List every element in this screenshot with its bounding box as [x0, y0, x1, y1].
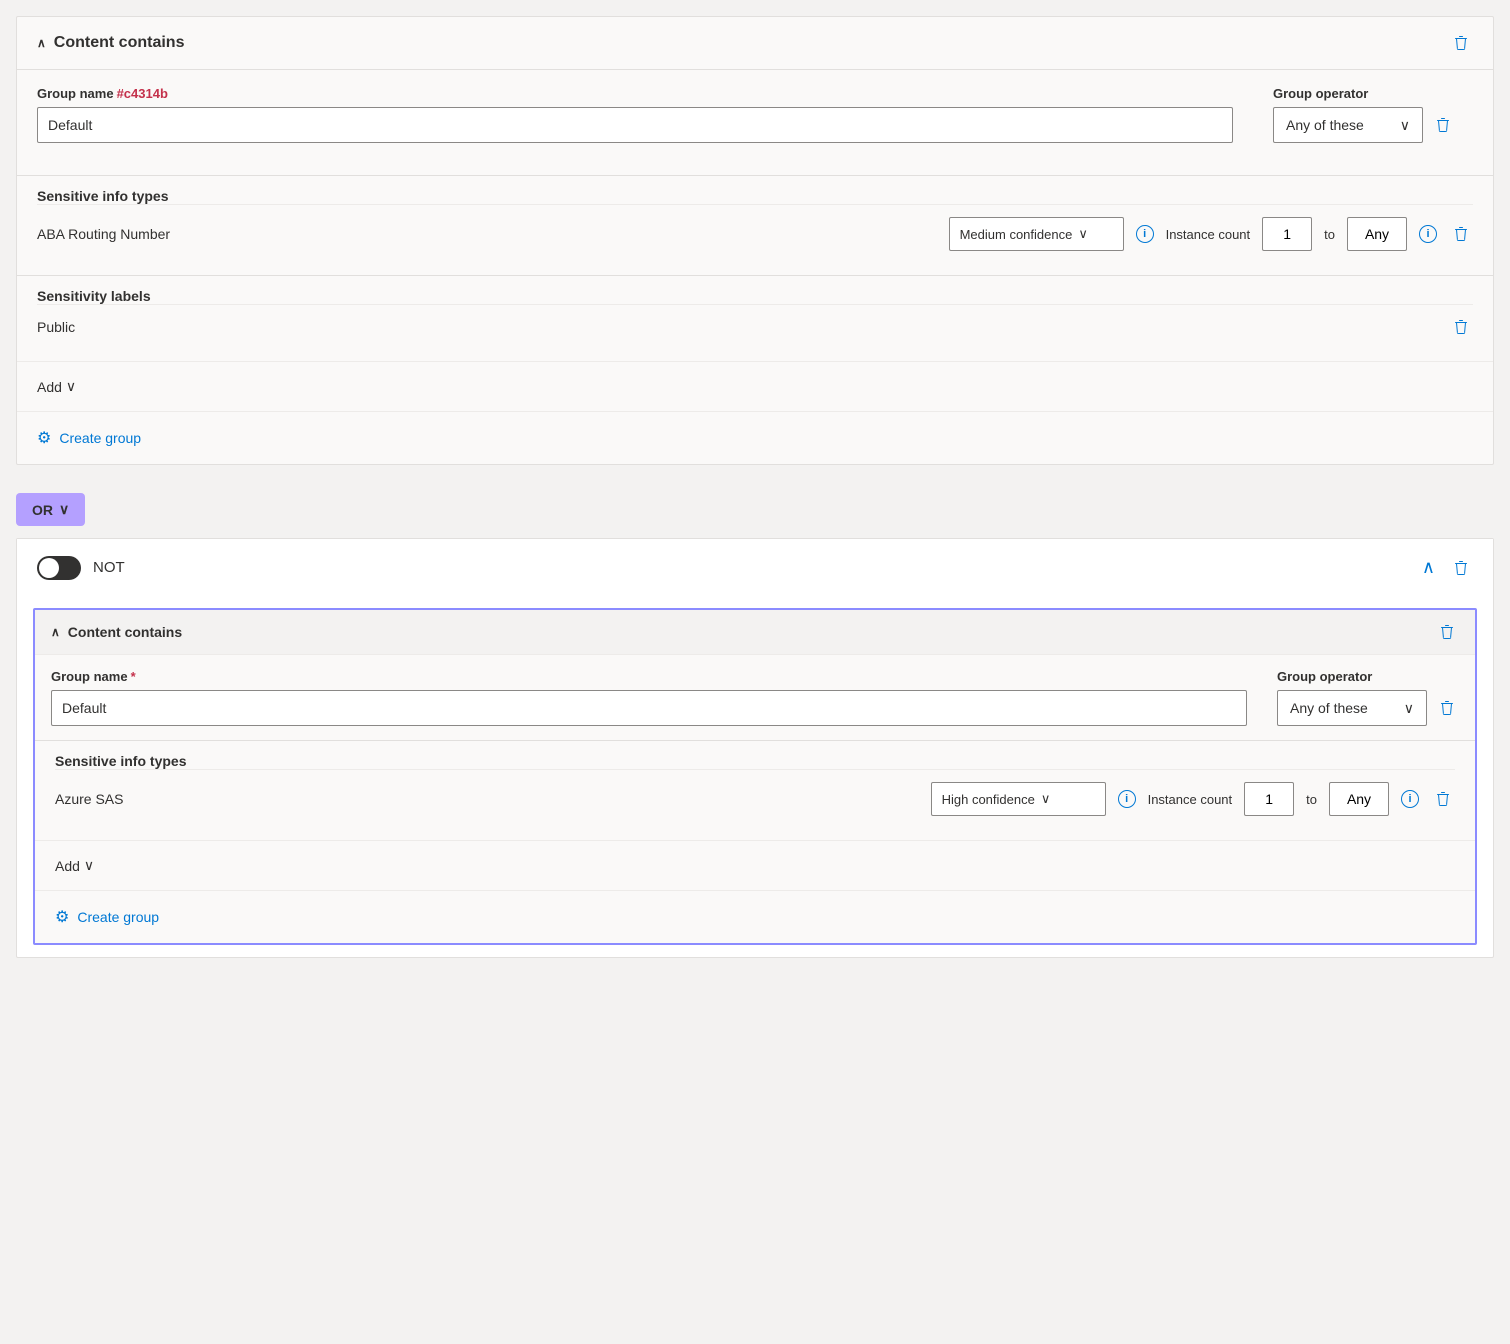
section-1-title-text: Content contains: [54, 34, 185, 52]
inner-confidence-chevron: ∨: [1041, 791, 1051, 807]
inner-dropdown-chevron: ∨: [1404, 700, 1414, 717]
inner-add-chevron: ∨: [84, 857, 94, 874]
inner-create-group-button[interactable]: ⚙ Create group: [55, 903, 159, 931]
section-1-info-type-delete[interactable]: [1449, 222, 1473, 246]
inner-collapse-icon[interactable]: ∧: [51, 625, 60, 639]
inner-info-type-delete[interactable]: [1431, 787, 1455, 811]
section-1-sensitivity-row-1: Public: [37, 304, 1473, 349]
section-1-group-name-label: Group name #c4314b: [37, 86, 1233, 101]
section-1-info-type-row-1: ABA Routing Number Medium confidence ∨ i…: [37, 204, 1473, 263]
not-toggle[interactable]: [37, 556, 81, 580]
inner-instance-count-to[interactable]: [1329, 782, 1389, 816]
not-collapse-button[interactable]: ∧: [1418, 553, 1439, 582]
inner-add-row: Add ∨: [35, 840, 1475, 890]
not-label: NOT: [93, 559, 125, 576]
section-1-to-label: to: [1324, 227, 1335, 242]
not-left: NOT: [37, 556, 125, 580]
inner-section-title: ∧ Content contains: [51, 624, 182, 640]
inner-group-operator-section: Group operator Any of these ∨: [1277, 669, 1459, 726]
inner-info-type-name-1: Azure SAS: [55, 791, 919, 807]
create-group-icon-1: ⚙: [37, 428, 51, 448]
not-section: NOT ∧ ∧ Content contains: [16, 538, 1494, 958]
section-1-sensitive-info-types-title: Sensitive info types: [37, 188, 1473, 204]
inner-group-operator-label: Group operator: [1277, 669, 1459, 684]
inner-info-icon-1[interactable]: i: [1118, 790, 1136, 808]
inner-info-type-row-1: Azure SAS High confidence ∨ i Instance c…: [55, 769, 1455, 828]
section-1-sensitivity-labels: Sensitivity labels Public: [17, 275, 1493, 361]
inner-confidence-dropdown[interactable]: High confidence ∨: [931, 782, 1106, 816]
confidence-chevron-1: ∨: [1078, 226, 1088, 242]
section-1-group-operator-dropdown[interactable]: Any of these ∨: [1273, 107, 1423, 143]
inner-instance-count-label: Instance count: [1148, 792, 1233, 807]
inner-group-name-label: Group name *: [51, 669, 1247, 684]
content-contains-section-1: ∧ Content contains Group name #c4314b: [16, 16, 1494, 465]
section-1-group-name-input[interactable]: [37, 107, 1233, 143]
section-1-add-row: Add ∨: [17, 361, 1493, 411]
inner-instance-info-icon[interactable]: i: [1401, 790, 1419, 808]
create-group-icon-2: ⚙: [55, 907, 69, 927]
toggle-knob: [39, 558, 59, 578]
inner-group-operator-delete[interactable]: [1435, 696, 1459, 720]
add-chevron-1: ∨: [66, 378, 76, 395]
section-1-add-button[interactable]: Add ∨: [37, 374, 76, 399]
section-1-sensitivity-delete[interactable]: [1449, 315, 1473, 339]
section-1-group-name-section: Group name #c4314b: [37, 86, 1233, 143]
dropdown-chevron-1: ∨: [1400, 117, 1410, 134]
inner-content-contains-box: ∧ Content contains Group name *: [33, 608, 1477, 945]
required-star-2: *: [131, 669, 136, 684]
inner-group-name-input[interactable]: [51, 690, 1247, 726]
section-1-instance-count-from[interactable]: [1262, 217, 1312, 251]
inner-add-button[interactable]: Add ∨: [55, 853, 94, 878]
required-star-1: #c4314b: [117, 86, 168, 101]
section-1-delete-button[interactable]: [1449, 31, 1473, 55]
not-header: NOT ∧: [17, 539, 1493, 596]
section-1-header: ∧ Content contains: [17, 17, 1493, 70]
not-header-right: ∧: [1418, 553, 1473, 582]
inner-sensitive-info-types-title: Sensitive info types: [55, 753, 1455, 769]
section-1-group-operator-delete[interactable]: [1431, 113, 1455, 137]
inner-group-operator-dropdown[interactable]: Any of these ∨: [1277, 690, 1427, 726]
section-1-group-row: Group name #c4314b Group operator Any of…: [37, 86, 1473, 143]
section-1-instance-count-to[interactable]: [1347, 217, 1407, 251]
section-1-group-operator-section: Group operator Any of these ∨: [1273, 86, 1473, 143]
inner-section-delete-button[interactable]: [1435, 620, 1459, 644]
section-1-confidence-dropdown[interactable]: Medium confidence ∨: [949, 217, 1124, 251]
section-1-group-operator-label: Group operator: [1273, 86, 1473, 101]
section-1-instance-count-label: Instance count: [1166, 227, 1251, 242]
or-button[interactable]: OR ∨: [16, 493, 85, 526]
inner-group-row: Group name * Group operator Any of these: [51, 669, 1459, 726]
inner-create-group-row: ⚙ Create group: [35, 890, 1475, 943]
section-1-sensitivity-labels-title: Sensitivity labels: [37, 288, 1473, 304]
section-1-create-group-row: ⚙ Create group: [17, 411, 1493, 464]
section-1-group-content: Group name #c4314b Group operator Any of…: [17, 70, 1493, 175]
section-1-title: ∧ Content contains: [37, 34, 184, 52]
or-button-row: OR ∨: [16, 481, 1494, 538]
inner-group-name-section: Group name *: [51, 669, 1247, 726]
inner-section-header: ∧ Content contains: [35, 610, 1475, 655]
inner-sensitive-info-types: Sensitive info types Azure SAS High conf…: [35, 740, 1475, 840]
section-1-info-type-name-1: ABA Routing Number: [37, 226, 937, 242]
not-delete-button[interactable]: [1449, 556, 1473, 580]
collapse-icon-1[interactable]: ∧: [37, 36, 46, 50]
or-chevron: ∨: [59, 501, 69, 518]
section-1-instance-info-icon[interactable]: i: [1419, 225, 1437, 243]
section-1-create-group-button[interactable]: ⚙ Create group: [37, 424, 141, 452]
inner-instance-count-from[interactable]: [1244, 782, 1294, 816]
inner-section-title-text: Content contains: [68, 624, 182, 640]
inner-to-label: to: [1306, 792, 1317, 807]
section-1-sensitive-info-types: Sensitive info types ABA Routing Number …: [17, 175, 1493, 275]
section-1-info-icon-1[interactable]: i: [1136, 225, 1154, 243]
inner-group-content: Group name * Group operator Any of these: [35, 655, 1475, 740]
section-1-sensitivity-name-1: Public: [37, 319, 75, 335]
